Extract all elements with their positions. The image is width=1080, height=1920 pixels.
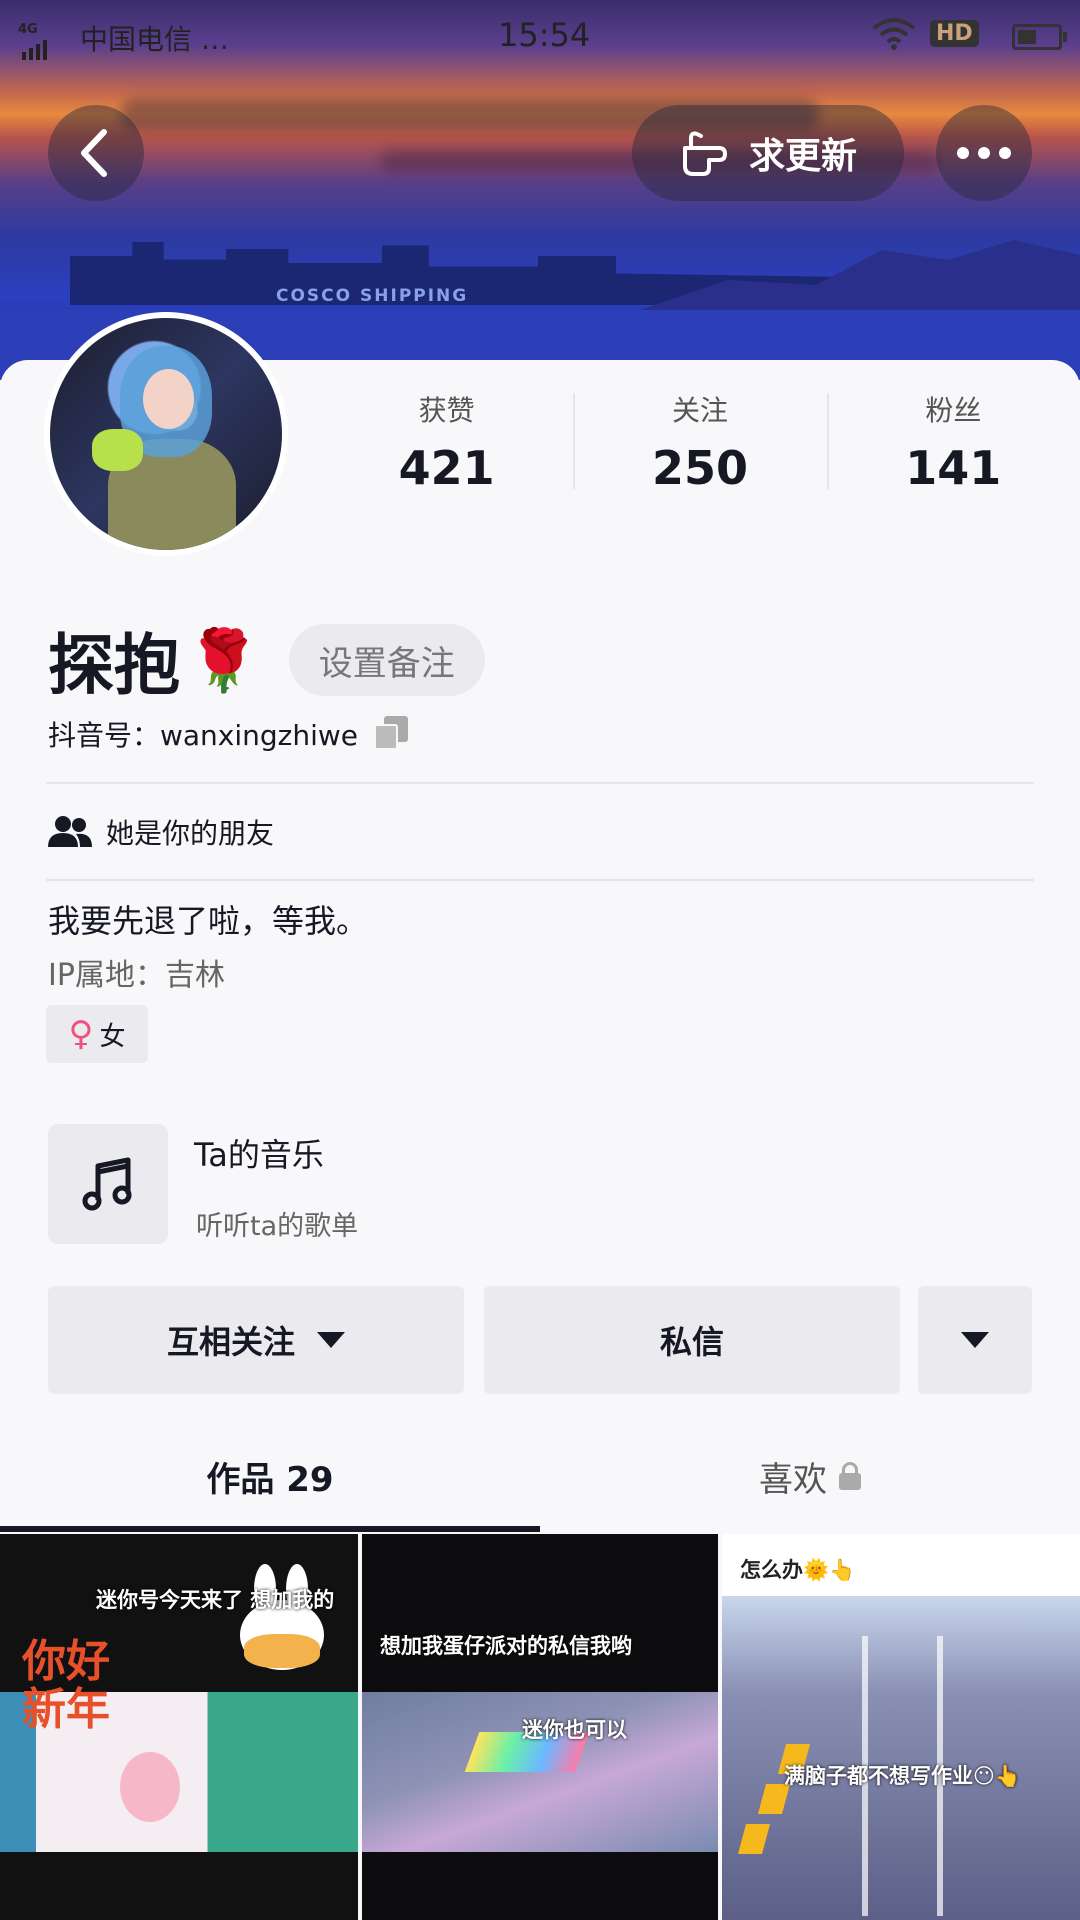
stat-label: 粉丝 bbox=[925, 394, 982, 427]
gender-text: 女 bbox=[99, 1021, 126, 1052]
more-dots-icon bbox=[957, 147, 1011, 159]
tab-works[interactable]: 作品 29 bbox=[0, 1420, 540, 1532]
music-entry[interactable] bbox=[48, 1124, 168, 1244]
tab-works-label: 作品 29 bbox=[206, 1459, 334, 1500]
music-title[interactable]: Ta的音乐 bbox=[194, 1130, 324, 1176]
more-actions-button[interactable] bbox=[918, 1286, 1032, 1394]
video-overlay-text: 你好 新年 bbox=[22, 1636, 110, 1735]
music-subtitle: 听听ta的歌单 bbox=[196, 1211, 359, 1242]
stat-following[interactable]: 关注 250 bbox=[573, 385, 826, 505]
name-row: 探抱 🌹 设置备注 bbox=[48, 612, 485, 708]
wifi-icon bbox=[872, 18, 916, 50]
friend-row: 她是你的朋友 bbox=[46, 812, 274, 852]
friend-text: 她是你的朋友 bbox=[106, 817, 275, 850]
caret-down-icon bbox=[317, 1332, 345, 1348]
chevron-left-icon bbox=[81, 129, 107, 177]
divider bbox=[46, 782, 1034, 784]
network-type: 4G bbox=[18, 22, 38, 37]
mutual-follow-button[interactable]: 互相关注 bbox=[48, 1286, 464, 1394]
profile-bio: 我要先退了啦，等我。 bbox=[48, 902, 369, 940]
stat-value: 421 bbox=[398, 441, 495, 495]
set-remark-button[interactable]: 设置备注 bbox=[288, 624, 485, 696]
video-caption: 怎么办🌞👆 bbox=[740, 1558, 856, 1582]
rose-emoji: 🌹 bbox=[186, 625, 261, 696]
request-update-label: 求更新 bbox=[748, 136, 857, 177]
tab-likes[interactable]: 喜欢 bbox=[540, 1420, 1080, 1532]
status-time: 15:54 bbox=[498, 16, 591, 54]
stat-value: 141 bbox=[905, 441, 1002, 495]
female-icon: ♀ bbox=[68, 1014, 94, 1054]
message-button[interactable]: 私信 bbox=[484, 1286, 900, 1394]
stat-likes[interactable]: 获赞 421 bbox=[320, 385, 573, 505]
divider bbox=[46, 879, 1034, 881]
hd-badge: HD bbox=[930, 20, 979, 47]
video-caption: 满脑子都不想写作业😶👆 bbox=[784, 1764, 1022, 1788]
stat-followers[interactable]: 粉丝 141 bbox=[826, 385, 1080, 505]
stat-value: 250 bbox=[651, 441, 748, 495]
profile-stats: 获赞 421 关注 250 粉丝 141 bbox=[320, 385, 1080, 505]
gender-badge: ♀ 女 bbox=[46, 1005, 148, 1063]
video-grid: 迷你号今天来了 想加我的 你好 新年 想加我蛋仔派对的私信我哟 迷你也可以 怎么… bbox=[0, 1534, 1080, 1920]
status-bar: 4G 中国电信 … 15:54 HD bbox=[0, 0, 1080, 72]
video-thumbnail[interactable]: 怎么办🌞👆 满脑子都不想写作业😶👆 bbox=[722, 1534, 1080, 1920]
music-note-icon bbox=[82, 1157, 132, 1211]
battery-icon bbox=[1012, 24, 1067, 50]
pointing-hand-icon bbox=[682, 131, 727, 176]
message-label: 私信 bbox=[659, 1323, 724, 1361]
content-tabs: 作品 29 喜欢 bbox=[0, 1420, 1080, 1532]
video-caption: 迷你号今天来了 想加我的 bbox=[96, 1588, 335, 1612]
active-tab-indicator bbox=[0, 1526, 540, 1532]
douyin-id-row: 抖音号：wanxingzhiwe bbox=[48, 714, 410, 754]
back-button[interactable] bbox=[48, 105, 144, 201]
stat-label: 关注 bbox=[671, 394, 728, 427]
copy-icon[interactable] bbox=[374, 716, 410, 752]
video-caption: 迷你也可以 bbox=[522, 1718, 627, 1742]
friends-icon bbox=[48, 816, 92, 847]
more-button[interactable] bbox=[936, 105, 1032, 201]
tab-likes-label: 喜欢 bbox=[759, 1459, 827, 1500]
banner-ship-text: COSCO SHIPPING bbox=[276, 286, 469, 306]
signal-icon bbox=[22, 36, 47, 60]
caret-down-icon bbox=[961, 1332, 989, 1348]
mutual-follow-label: 互相关注 bbox=[166, 1323, 295, 1361]
profile-name: 探抱 bbox=[48, 627, 180, 704]
avatar[interactable] bbox=[44, 312, 288, 556]
ip-location: IP属地：吉林 bbox=[48, 958, 225, 993]
lock-icon bbox=[839, 1462, 861, 1490]
douyin-id-text: 抖音号：wanxingzhiwe bbox=[48, 719, 359, 752]
video-caption: 想加我蛋仔派对的私信我哟 bbox=[380, 1634, 632, 1658]
carrier-name: 中国电信 … bbox=[80, 23, 229, 56]
request-update-button[interactable]: 求更新 bbox=[632, 105, 904, 201]
stat-label: 获赞 bbox=[418, 394, 475, 427]
video-thumbnail[interactable]: 迷你号今天来了 想加我的 你好 新年 bbox=[0, 1534, 358, 1920]
video-thumbnail[interactable]: 想加我蛋仔派对的私信我哟 迷你也可以 bbox=[362, 1534, 718, 1920]
